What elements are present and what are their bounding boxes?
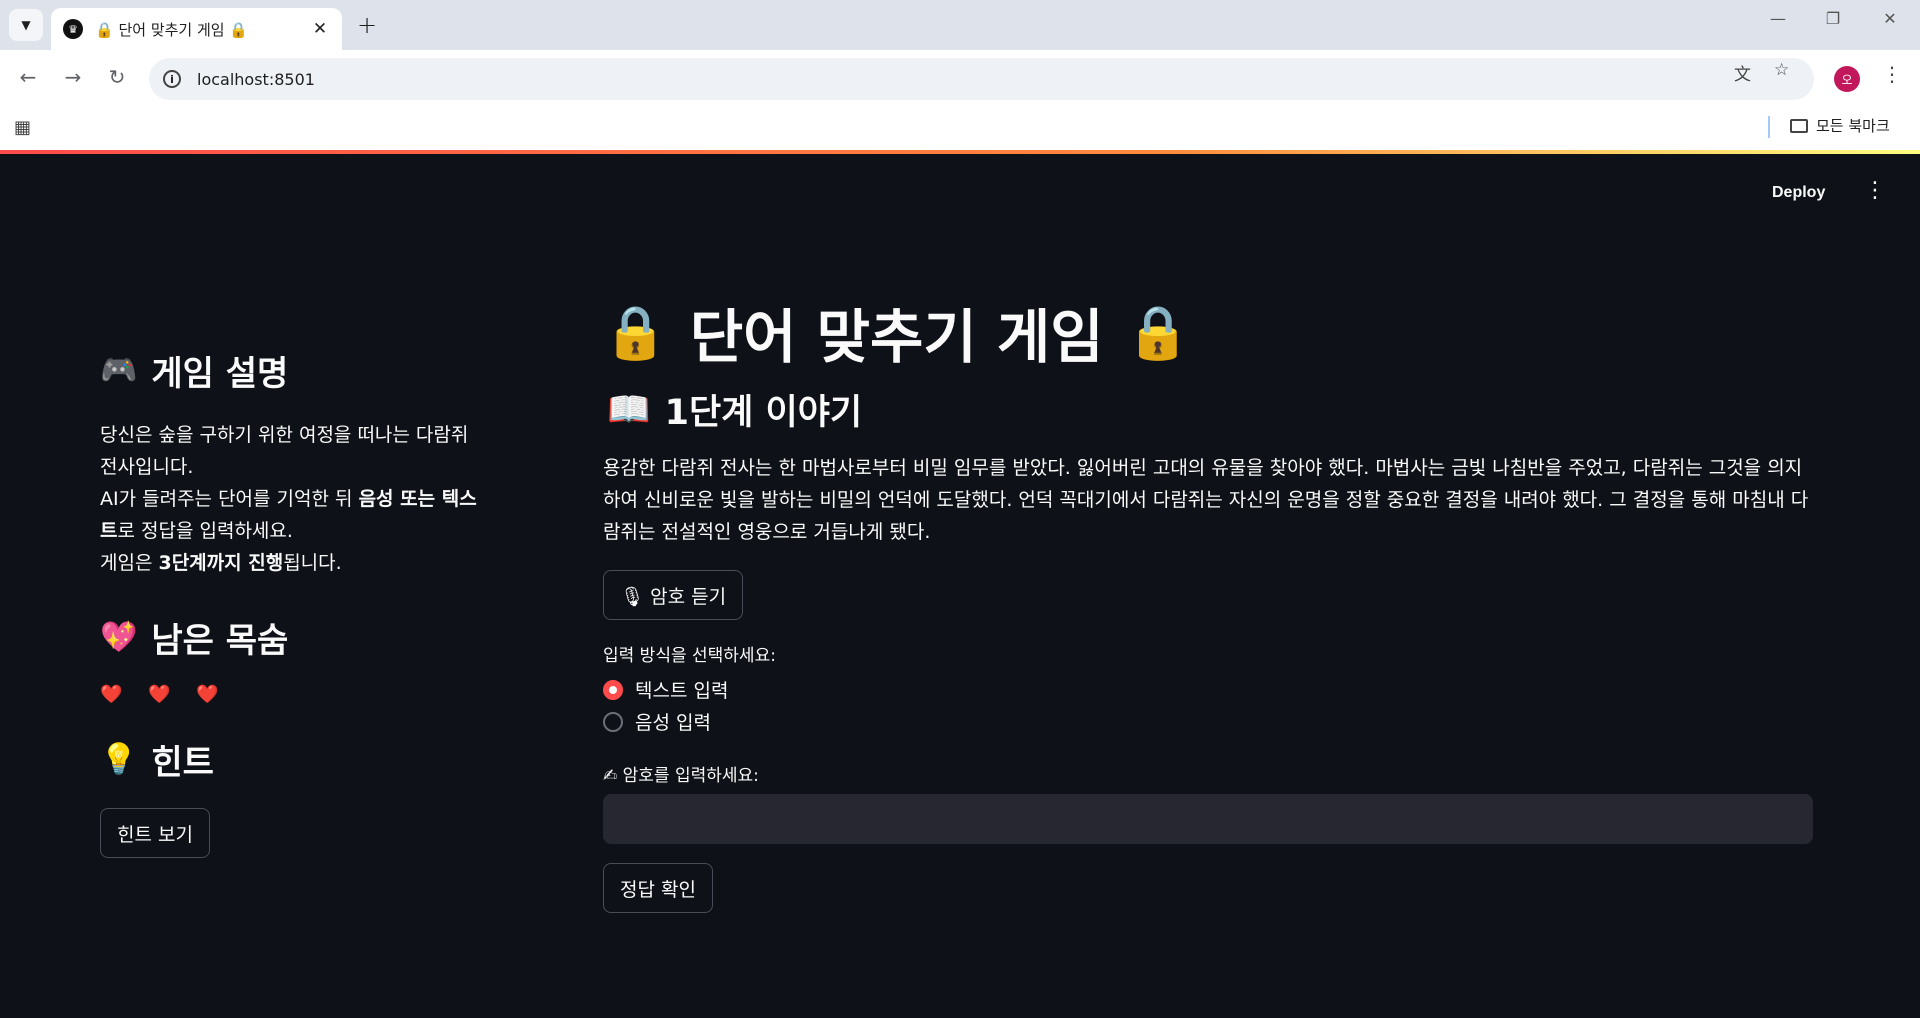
back-icon[interactable]: ←: [13, 65, 43, 89]
hint-heading: 💡 힌트: [100, 735, 490, 784]
page-title-text: 단어 맞추기 게임: [689, 303, 1104, 371]
close-tab-icon[interactable]: ✕: [310, 19, 330, 39]
all-bookmarks-folder[interactable]: 모든 북마크: [1790, 115, 1890, 136]
radio-voice-input[interactable]: 음성 입력: [603, 708, 711, 735]
page-title: 🔒 단어 맞추기 게임 🔒: [603, 290, 1190, 374]
stage-heading-text: 1단계 이야기: [664, 393, 863, 433]
answer-input-label: ✍ 암호를 입력하세요:: [603, 766, 759, 786]
lives-heading: 💖 남은 목숨: [100, 613, 490, 662]
apps-grid-icon[interactable]: ▦: [14, 117, 31, 138]
app-view: Deploy ⋮ 🎮 게임 설명 당신은 숲을 구하기 위한 여정을 떠나는 다…: [0, 154, 1920, 1018]
rules-line-2-pre: AI가 들려주는 단어를 기억한 뒤: [100, 488, 359, 510]
radio-voice-input-label: 음성 입력: [635, 712, 711, 734]
restore-icon[interactable]: ❐: [1813, 9, 1853, 28]
rules-line-1: 당신은 숲을 구하기 위한 여정을 떠나는 다람쥐 전사입니다.: [100, 424, 469, 478]
rules-heading: 🎮 게임 설명: [100, 346, 490, 395]
radio-text-input[interactable]: 텍스트 입력: [603, 676, 728, 703]
hint-heading-text: 힌트: [151, 743, 214, 783]
profile-avatar[interactable]: 오: [1834, 66, 1860, 92]
translate-icon[interactable]: 文: [1734, 60, 1751, 85]
gamepad-icon: 🎮: [100, 353, 138, 388]
tab-title: 🔒 단어 맞추기 게임 🔒: [95, 20, 249, 39]
lives-heading-text: 남은 목숨: [151, 621, 289, 661]
deploy-button[interactable]: Deploy: [1772, 184, 1825, 202]
radio-selected-icon[interactable]: [603, 679, 623, 700]
address-bar[interactable]: i localhost:8501: [149, 58, 1814, 100]
site-info-icon[interactable]: i: [163, 70, 181, 88]
browser-tab-bar: ▼ ♛ 🔒 단어 맞추기 게임 🔒 ✕ + — ❐ ✕: [0, 0, 1920, 50]
bookmark-star-icon[interactable]: ☆: [1774, 60, 1789, 80]
radio-unselected-icon[interactable]: [603, 711, 623, 732]
rules-line-3: 게임은 3단계까지 진행됩니다.: [100, 547, 490, 579]
answer-input[interactable]: [603, 794, 1813, 844]
rules-line-3-pre: 게임은: [100, 552, 159, 574]
sparkling-heart-icon: 💖: [100, 620, 138, 655]
forward-icon[interactable]: →: [58, 65, 88, 89]
hint-button[interactable]: 힌트 보기: [100, 808, 210, 858]
radio-text-input-label: 텍스트 입력: [635, 680, 729, 702]
window-close-icon[interactable]: ✕: [1870, 9, 1910, 28]
folder-icon: [1790, 118, 1808, 133]
rules-line-2-post: 로 정답을 입력하세요.: [117, 520, 293, 542]
new-tab-icon[interactable]: +: [352, 10, 382, 40]
check-answer-button[interactable]: 정답 확인: [603, 863, 713, 913]
open-book-icon: 📖: [607, 390, 651, 430]
stage-heading: 📖 1단계 이야기: [607, 384, 862, 435]
rules-line-2: AI가 들려주는 단어를 기억한 뒤 음성 또는 텍스트로 정답을 입력하세요.: [100, 483, 490, 547]
rules-line-3-bold: 3단계까지 진행: [158, 552, 284, 574]
bookmark-separator: [1768, 116, 1770, 138]
lock-icon: 🔒: [1125, 302, 1191, 363]
app-menu-icon[interactable]: ⋮: [1864, 178, 1886, 203]
rules-description: 당신은 숲을 구하기 위한 여정을 떠나는 다람쥐 전사입니다. AI가 들려주…: [100, 419, 490, 579]
browser-menu-icon[interactable]: ⋮: [1882, 62, 1902, 86]
listen-password-button[interactable]: 🎙 암호 듣기: [603, 570, 744, 620]
bookmarks-bar: ▦ 모든 북마크: [0, 108, 1920, 150]
streamlit-crown-icon: ♛: [63, 19, 83, 39]
url-text: localhost:8501: [197, 69, 315, 89]
input-mode-label: 입력 방식을 선택하세요:: [603, 646, 776, 666]
lives-hearts: ❤️ ❤️ ❤️: [100, 684, 229, 705]
bookmark-folder-label: 모든 북마크: [1816, 117, 1890, 135]
rules-heading-text: 게임 설명: [151, 354, 289, 394]
left-column: 🎮 게임 설명 당신은 숲을 구하기 위한 여정을 떠나는 다람쥐 전사입니다.…: [100, 346, 490, 858]
lock-icon: 🔒: [603, 302, 668, 363]
reload-icon[interactable]: ↻: [102, 65, 132, 89]
minimize-icon[interactable]: —: [1758, 9, 1798, 28]
stage-story: 용감한 다람쥐 전사는 한 마법사로부터 비밀 임무를 받았다. 잃어버린 고대…: [603, 457, 1809, 543]
tab-search-chevron-icon[interactable]: ▼: [9, 9, 43, 41]
rules-line-3-post: 됩니다.: [283, 552, 342, 574]
light-bulb-icon: 💡: [100, 742, 138, 777]
browser-toolbar: ← → ↻ i localhost:8501 文 ☆ 오 ⋮: [0, 50, 1920, 108]
browser-tab[interactable]: ♛ 🔒 단어 맞추기 게임 🔒 ✕: [51, 8, 342, 50]
